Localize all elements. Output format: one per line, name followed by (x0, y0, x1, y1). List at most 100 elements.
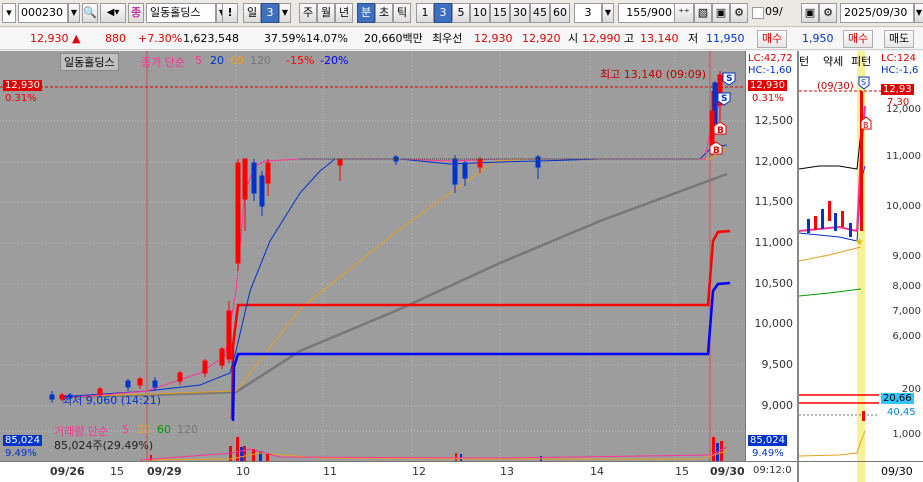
period-second-button[interactable]: 초 (375, 3, 393, 23)
side-price: 1,950 (802, 32, 834, 45)
side-y-7000: 7,000 (892, 306, 921, 317)
time-axis: 09/26 15 09/29 10 11 12 13 14 15 09/30 0… (0, 461, 797, 482)
side-save-icon[interactable]: ▣ (801, 3, 819, 23)
price-summary-bar: 12,930 ▲ 880 +7.30% 1,623,548 37.59% 14.… (0, 28, 923, 50)
side-chart-panel[interactable]: S B ★ 턴 약세 피턴 LC:124 HC:-1,6 (09/30) 12,… (797, 51, 923, 482)
period-week-button[interactable]: 주 (299, 3, 317, 23)
x-tick-0929: 09/29 (147, 465, 182, 478)
change-percent: +7.30% (138, 32, 183, 45)
crosshair-icon[interactable]: ▧ (694, 3, 712, 23)
stock-code-input[interactable]: 000230 (18, 3, 68, 23)
interval-30-button[interactable]: 30 (510, 3, 530, 23)
toolbar: ▾ 000230 ▼ 🔍 ◀▾ 종 일동홀딩스 ▼ ! 일 3 ▼ 주 월 년 … (0, 0, 923, 27)
interval-3-button[interactable]: 3 (434, 3, 452, 23)
gear-icon[interactable]: ⚙ (730, 3, 748, 23)
lc-label: LC:42,72 (748, 53, 793, 64)
stock-name-field[interactable]: 일동홀딩스 (146, 3, 216, 23)
time-readout: 09:12:0 (753, 465, 792, 476)
legend-ma120: 120 (250, 54, 271, 67)
ma120-line (59, 172, 728, 399)
legend-envelope-down2: -20% (320, 54, 349, 67)
left-volume-pct: 9.49% (5, 448, 37, 459)
period-num-value[interactable]: 3 (261, 3, 279, 23)
side-date-label: 09/ (765, 5, 783, 18)
menu-icon[interactable]: ▾ (2, 3, 16, 23)
price-chart[interactable]: B B S S 일동홀딩스 종가 단순 5 20 60 120 -15% -20… (0, 51, 745, 461)
x-tick-10: 10 (236, 465, 250, 478)
period-day-button[interactable]: 일 (243, 3, 261, 23)
side-y-1000: 1,000 (892, 429, 921, 440)
period-dropdown-icon[interactable]: ▼ (279, 3, 291, 23)
legend-envelope-down: -15% (286, 54, 315, 67)
favorite-icon[interactable]: 종 (128, 3, 144, 23)
side-buy-button[interactable]: 매수 (843, 30, 874, 48)
ma60-line (59, 148, 728, 398)
bid-price: 12,920 (522, 32, 561, 45)
alert-button[interactable]: ! (222, 3, 238, 23)
code-dropdown-icon[interactable]: ▼ (68, 3, 80, 23)
x-tick-15b: 15 (675, 465, 689, 478)
x-tick-12: 12 (412, 465, 426, 478)
y-tick-11500: 11,500 (754, 195, 794, 208)
period-year-button[interactable]: 년 (335, 3, 353, 23)
period-minute-button[interactable]: 분 (357, 3, 375, 23)
side-y-10000: 10,000 (886, 201, 921, 212)
volume-pct-tag: 9.49% (752, 448, 784, 459)
y-tick-10000: 10,000 (754, 317, 794, 330)
search-icon[interactable]: 🔍 (82, 3, 98, 23)
side-y-8000: 8,000 (892, 281, 921, 292)
volume-price-tag: 85,024 (748, 435, 787, 446)
side-tab-weak[interactable]: 약세 (823, 53, 843, 69)
sound-icon[interactable]: ◀▾ (100, 3, 126, 23)
side-tab-turn[interactable]: 턴 (799, 53, 809, 69)
volume: 1,623,548 (183, 32, 239, 45)
legend-ma60: 60 (230, 54, 244, 67)
legend-stock-name[interactable]: 일동홀딩스 (60, 53, 119, 71)
period-month-button[interactable]: 월 (317, 3, 335, 23)
side-gear-icon[interactable]: ⚙ (819, 3, 837, 23)
buy-signal-icon: B (713, 121, 727, 136)
price-axis[interactable]: LC:42,72 HC:-1,60 12,930 0.31% 12,500 12… (745, 51, 797, 461)
interval-5-button[interactable]: 5 (452, 3, 470, 23)
volume-ma20: 20 (137, 423, 151, 436)
turnover-percent: 37.59% (264, 32, 306, 45)
x-tick-11: 11 (323, 465, 337, 478)
range-field[interactable]: 155/900 (618, 3, 676, 23)
side-date-marker: (09/30) (817, 81, 854, 92)
count-input[interactable]: 3 (574, 3, 602, 23)
count-dropdown-icon[interactable]: ▼ (602, 3, 614, 23)
interval-10-button[interactable]: 10 (470, 3, 490, 23)
svg-text:S: S (726, 74, 732, 84)
indicator-settings-icon[interactable]: ⁺⁺ (674, 3, 694, 23)
svg-text:S: S (721, 94, 727, 104)
x-tick-15: 15 (110, 465, 124, 478)
date-dropdown-icon[interactable]: ▼ (914, 3, 923, 23)
other-percent: 14.07% (306, 32, 348, 45)
best-label: 최우선 (432, 32, 463, 45)
period-tick-button[interactable]: 틱 (393, 3, 411, 23)
trade-amount: 20,660백만 (364, 32, 423, 45)
left-price-tag: 12,930 (3, 80, 42, 91)
legend-ma5: 5 (195, 54, 202, 67)
save-icon[interactable]: ▣ (712, 3, 730, 23)
current-price: 12,930 ▲ (30, 32, 81, 45)
checkbox[interactable] (752, 7, 764, 19)
buy-button[interactable]: 매수 (757, 30, 788, 48)
high-price: 13,140 (640, 32, 679, 45)
date-input[interactable]: 2025/09/30 (840, 3, 914, 23)
star-icon: ★ (855, 237, 864, 248)
sell-signal-icon: S (722, 72, 736, 86)
y-tick-9500: 9,500 (761, 358, 794, 371)
side-x-0930: 09/30 (881, 465, 913, 478)
interval-45-button[interactable]: 45 (530, 3, 550, 23)
hc-label: HC:-1,60 (748, 65, 792, 76)
side-tab-pattern[interactable]: 피턴 (851, 53, 871, 69)
legend-ma-title: 종가 단순 (141, 56, 185, 69)
side-sell-button[interactable]: 매도 (884, 30, 915, 48)
open-price: 12,990 (582, 32, 621, 45)
interval-15-button[interactable]: 15 (490, 3, 510, 23)
svg-text:B: B (717, 126, 724, 136)
interval-1-button[interactable]: 1 (416, 3, 434, 23)
interval-60-button[interactable]: 60 (550, 3, 570, 23)
volume-ma5: 5 (122, 423, 129, 436)
